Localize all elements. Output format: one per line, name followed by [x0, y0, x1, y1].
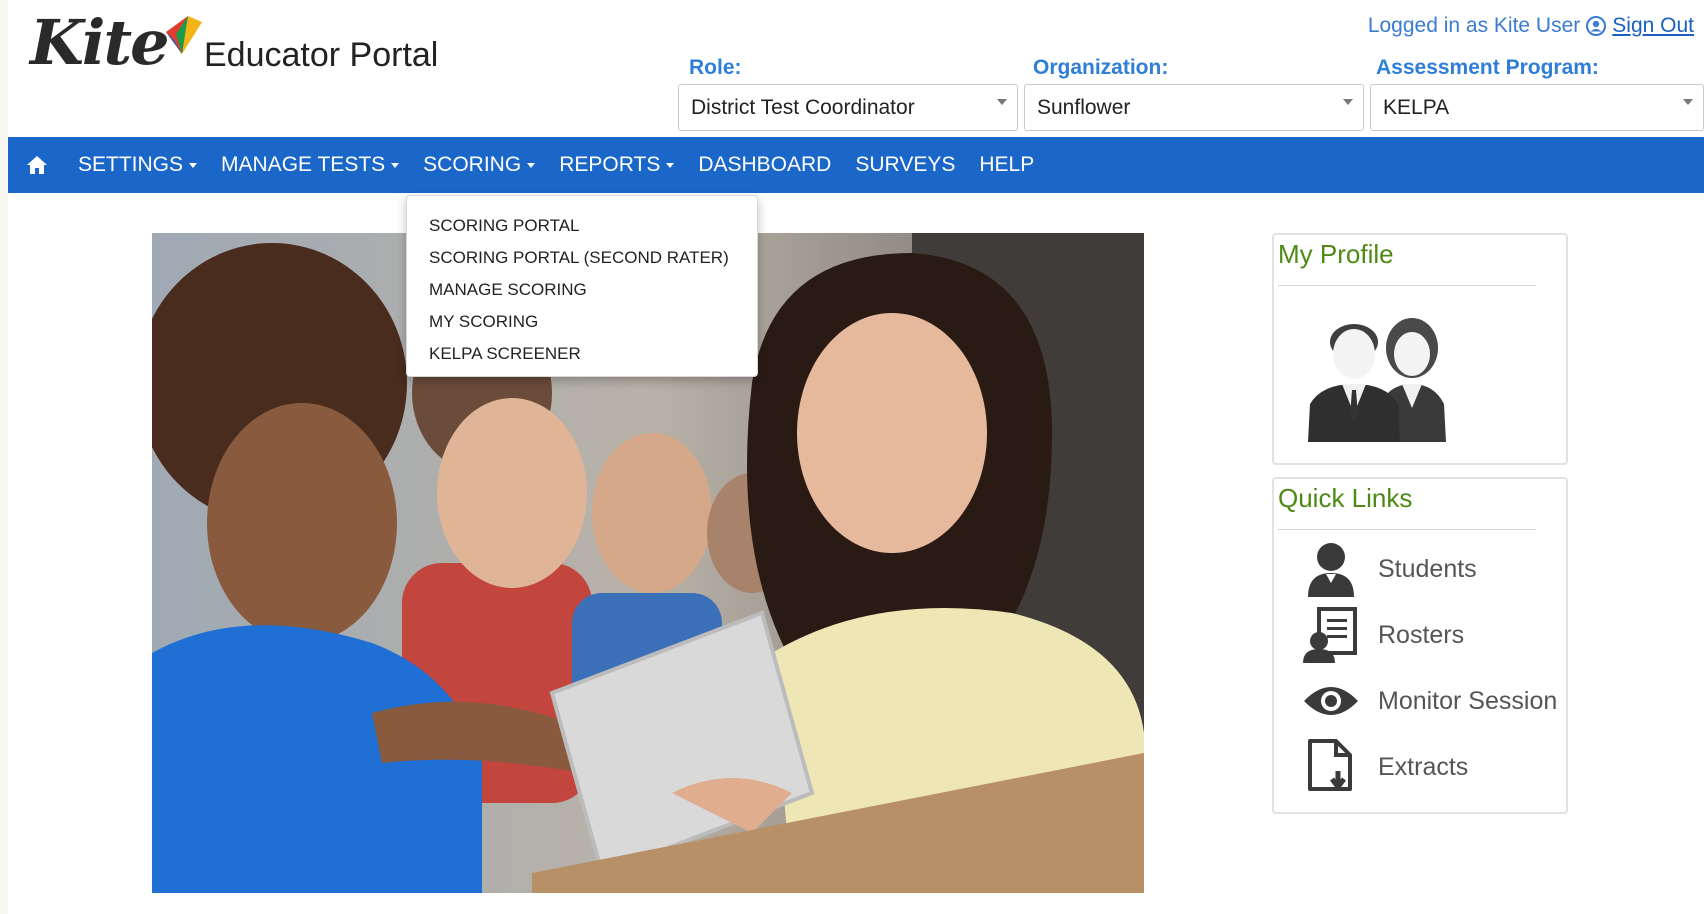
- quick-link-students-label: Students: [1378, 554, 1477, 583]
- quick-link-monitor-session[interactable]: Monitor Session: [1274, 668, 1566, 734]
- program-value: KELPA: [1383, 95, 1450, 119]
- quick-link-students[interactable]: Students: [1274, 536, 1566, 602]
- chevron-down-icon: [1683, 99, 1693, 105]
- chevron-down-icon: [1343, 99, 1353, 105]
- caret-down-icon: [189, 162, 198, 168]
- eye-icon: [1304, 687, 1358, 715]
- caret-down-icon: [666, 162, 675, 168]
- organization-select[interactable]: Sunflower: [1024, 84, 1364, 131]
- role-label: Role:: [689, 56, 742, 79]
- quick-link-monitor-session-label: Monitor Session: [1378, 686, 1558, 715]
- quick-link-rosters-label: Rosters: [1378, 620, 1465, 649]
- nav-surveys[interactable]: SURVEYS: [843, 137, 967, 193]
- nav-reports[interactable]: REPORTS: [547, 137, 686, 193]
- menu-item-scoring-portal-second-rater[interactable]: SCORING PORTAL (SECOND RATER): [407, 242, 757, 274]
- profile-people-icon: [1308, 318, 1446, 442]
- profile-avatar-link[interactable]: [1274, 286, 1566, 447]
- menu-item-manage-scoring[interactable]: MANAGE SCORING: [407, 274, 757, 306]
- nav-scoring[interactable]: SCORING: [411, 137, 547, 193]
- quick-link-extracts[interactable]: Extracts: [1274, 734, 1566, 800]
- home-button[interactable]: [8, 137, 66, 193]
- nav-settings[interactable]: SETTINGS: [66, 137, 209, 193]
- nav-manage-tests-label: MANAGE TESTS: [221, 153, 386, 176]
- assessment-program-select[interactable]: KELPA: [1370, 84, 1704, 131]
- user-circle-icon: [1586, 16, 1607, 36]
- portal-title: Educator Portal: [204, 36, 439, 74]
- logo-wordmark: Kite: [30, 6, 170, 79]
- roster-icon: [1303, 607, 1357, 663]
- home-icon: [27, 156, 47, 174]
- quick-links-title: Quick Links: [1278, 483, 1413, 513]
- student-icon: [1308, 543, 1354, 597]
- nav-surveys-label: SURVEYS: [855, 153, 956, 176]
- nav-help[interactable]: HELP: [967, 137, 1046, 193]
- my-profile-title: My Profile: [1278, 239, 1394, 269]
- sign-out-link[interactable]: Sign Out: [1612, 14, 1694, 38]
- menu-item-my-scoring[interactable]: MY SCORING: [407, 306, 757, 338]
- nav-settings-label: SETTINGS: [78, 153, 184, 176]
- quick-link-extracts-label: Extracts: [1378, 752, 1469, 781]
- caret-down-icon: [527, 162, 536, 168]
- nav-dashboard[interactable]: DASHBOARD: [686, 137, 843, 193]
- chevron-down-icon: [997, 99, 1007, 105]
- my-profile-panel: My Profile: [1272, 233, 1568, 465]
- page: Kite Educator Portal Logged in as Kite U…: [8, 0, 1704, 914]
- assessment-program-label: Assessment Program:: [1376, 56, 1599, 79]
- nav-help-label: HELP: [979, 153, 1035, 176]
- extract-file-icon: [1308, 739, 1352, 792]
- kite-icon: [165, 16, 202, 54]
- caret-down-icon: [391, 162, 400, 168]
- nav-reports-label: REPORTS: [559, 153, 661, 176]
- role-select[interactable]: District Test Coordinator: [678, 84, 1018, 131]
- main-nav: SETTINGS MANAGE TESTS SCORING REPORTS DA…: [8, 137, 1704, 193]
- organization-label: Organization:: [1033, 56, 1169, 79]
- nav-dashboard-label: DASHBOARD: [698, 153, 832, 176]
- nav-scoring-label: SCORING: [423, 153, 522, 176]
- login-text: Logged in as Kite User: [1367, 14, 1581, 37]
- quick-link-rosters[interactable]: Rosters: [1274, 602, 1566, 668]
- scoring-dropdown-menu: SCORING PORTAL SCORING PORTAL (SECOND RA…: [406, 195, 758, 377]
- login-status: Logged in as Kite User Sign Out: [1368, 14, 1694, 38]
- quick-links-panel: Quick Links Students Rosters Monitor Ses…: [1272, 477, 1568, 814]
- organization-value: Sunflower: [1037, 95, 1131, 119]
- kite-logo[interactable]: Kite: [30, 12, 206, 74]
- menu-item-scoring-portal[interactable]: SCORING PORTAL: [407, 210, 757, 242]
- menu-item-kelpa-screener[interactable]: KELPA SCREENER: [407, 338, 757, 370]
- role-value: District Test Coordinator: [691, 95, 915, 119]
- nav-manage-tests[interactable]: MANAGE TESTS: [209, 137, 411, 193]
